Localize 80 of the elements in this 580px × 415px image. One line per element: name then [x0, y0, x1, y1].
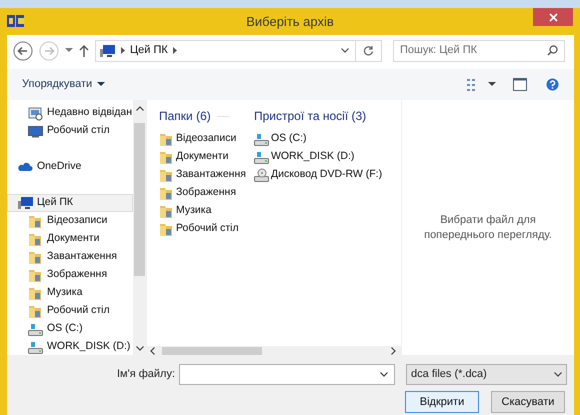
address-bar[interactable]: Цей ПК	[95, 40, 382, 62]
dialog-button[interactable]: Скасувати	[491, 391, 565, 413]
sidebar-item[interactable]: Робочий стіл	[7, 122, 133, 140]
folder-icon	[28, 268, 43, 282]
filename-label: Ім'я файлу:	[117, 367, 176, 382]
dropdown-arrow-icon[interactable]	[65, 48, 73, 53]
vertical-scrollbar[interactable]	[133, 100, 146, 355]
search-field[interactable]: Пошук: Цей ПК	[393, 40, 565, 62]
folder-icon	[159, 150, 174, 164]
dropdown-chevron-icon[interactable]	[380, 372, 388, 377]
sidebar-item[interactable]: Завантаження	[7, 248, 133, 266]
sidebar-item[interactable]: WORK_DISK (D:)	[7, 338, 133, 355]
computer-icon	[18, 196, 33, 210]
folder-icon	[28, 232, 43, 246]
preview-pane-icon[interactable]	[513, 78, 527, 91]
scroll-up-icon[interactable]	[136, 106, 144, 111]
file-item[interactable]: WORK_DISK (D:)	[254, 148, 382, 166]
sidebar-item[interactable]: Документи	[7, 230, 133, 248]
monitor-icon	[28, 124, 43, 138]
dropdown-chevron-icon	[554, 372, 562, 377]
file-item[interactable]: Зображення	[159, 184, 246, 202]
sidebar-item[interactable]: Відеозаписи	[7, 212, 133, 230]
window-title: Виберіть архів	[246, 12, 334, 31]
folder-icon	[28, 286, 43, 300]
organize-button[interactable]: Упорядкувати	[22, 76, 106, 93]
file-item[interactable]: Завантаження	[159, 166, 246, 184]
scroll-down-icon[interactable]	[136, 346, 144, 351]
chevron-right-icon	[121, 47, 125, 54]
sidebar-item[interactable]: Зображення	[7, 266, 133, 284]
file-item[interactable]: Робочий стіл	[159, 220, 246, 238]
back-icon[interactable]	[13, 40, 33, 60]
dropdown-arrow-icon[interactable]	[488, 82, 496, 87]
group-header[interactable]: Пристрої та носії (3)	[254, 107, 366, 125]
sidebar-item[interactable]: Робочий стіл	[7, 302, 133, 320]
folder-icon	[28, 214, 43, 228]
help-icon[interactable]	[546, 78, 559, 91]
dropdown-arrow-icon	[97, 82, 106, 87]
filename-field[interactable]	[179, 364, 396, 385]
group-header[interactable]: Папки (6)	[159, 107, 211, 125]
scroll-left-icon[interactable]	[150, 346, 155, 354]
folder-icon	[159, 132, 174, 146]
up-arrow-icon[interactable]	[79, 44, 89, 56]
app-logo-icon	[7, 14, 25, 28]
preview-message: Вибрати файл для попереднього перегляду.	[423, 212, 553, 242]
dropdown-chevron-icon[interactable]	[341, 48, 349, 53]
optical-drive-icon	[254, 168, 269, 182]
folder-icon	[28, 250, 43, 264]
recent-places-icon	[28, 106, 43, 120]
drive-icon	[28, 322, 43, 336]
file-item[interactable]: OS (C:)	[254, 130, 382, 148]
search-icon	[547, 45, 558, 56]
scroll-thumb[interactable]	[162, 346, 262, 354]
folder-icon	[159, 186, 174, 200]
sidebar-item[interactable]: OS (C:)	[7, 320, 133, 338]
close-button[interactable]	[533, 8, 573, 26]
drive-icon	[28, 340, 43, 354]
file-item[interactable]: Дисковод DVD-RW (F:)	[254, 166, 382, 184]
sidebar-item[interactable]: OneDrive	[7, 158, 133, 176]
folder-icon	[159, 222, 174, 236]
file-type-dropdown[interactable]: dca files (*.dca)	[406, 364, 568, 385]
file-item[interactable]: Музика	[159, 202, 246, 220]
sidebar-item[interactable]: Музика	[7, 284, 133, 302]
folder-icon	[159, 204, 174, 218]
file-item[interactable]: Документи	[159, 148, 246, 166]
chevron-right-icon[interactable]	[172, 47, 177, 54]
refresh-icon[interactable]	[363, 45, 374, 56]
dialog-button[interactable]: Відкрити	[405, 391, 479, 413]
drive-icon	[254, 150, 269, 164]
file-item[interactable]: Відеозаписи	[159, 130, 246, 148]
computer-icon	[100, 44, 116, 58]
drive-icon	[254, 132, 269, 146]
breadcrumb-item[interactable]: Цей ПК	[130, 42, 168, 59]
sidebar-item[interactable]: Недавно відвідан	[7, 104, 133, 122]
scroll-thumb[interactable]	[134, 123, 145, 276]
close-icon	[548, 12, 558, 22]
sidebar-item[interactable]: Цей ПК	[7, 194, 133, 212]
folder-icon	[159, 168, 174, 182]
folder-icon	[28, 304, 43, 318]
search-input[interactable]: Пошук: Цей ПК	[400, 42, 547, 59]
scroll-right-icon[interactable]	[391, 346, 396, 354]
